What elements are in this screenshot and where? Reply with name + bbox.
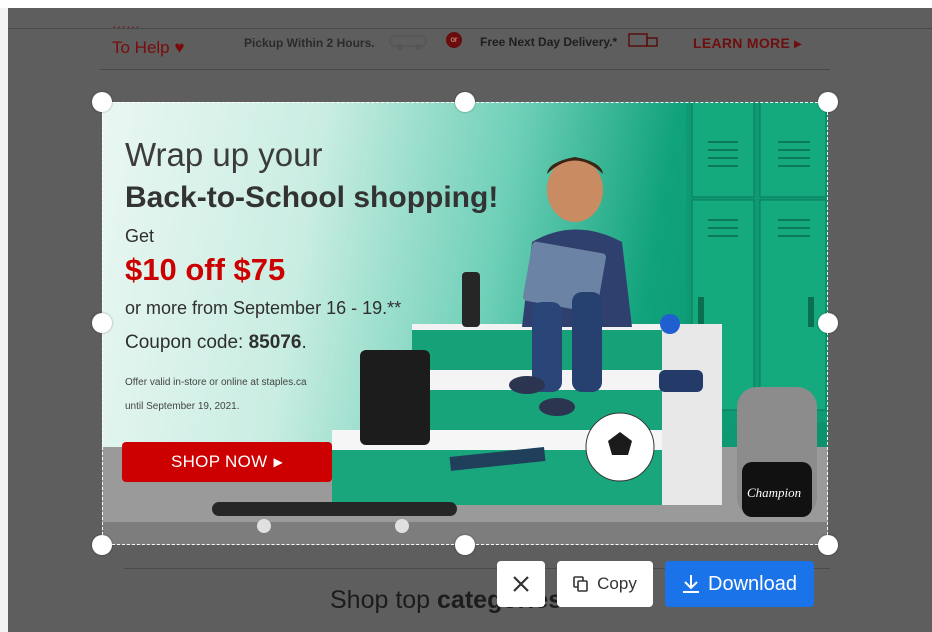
coupon-line: Coupon code: 85076. <box>125 332 307 354</box>
promo-strip: ······ To Help ♥ Pickup Within 2 Hours. … <box>100 8 830 70</box>
truck-icon <box>628 33 658 47</box>
top-bar <box>0 0 932 8</box>
resize-handle-bottom-left[interactable] <box>92 535 112 555</box>
copy-icon <box>573 576 588 592</box>
binder <box>360 350 430 445</box>
promo-delivery: Free Next Day Delivery.* <box>480 35 618 49</box>
shop-now-label: SHOP NOW <box>170 452 268 471</box>
chevron-right-icon: ▶ <box>273 455 284 469</box>
fine-print-1: Offer valid in-store or online at staple… <box>125 377 307 388</box>
get-label: Get <box>125 226 155 246</box>
resize-handle-top-right[interactable] <box>818 92 838 112</box>
skateboard <box>212 502 457 516</box>
backpack-brand: Champion <box>747 485 801 500</box>
resize-handle-right[interactable] <box>818 313 838 333</box>
promo-pickup: Pickup Within 2 Hours. <box>244 36 375 50</box>
promo-help: To Help ♥ <box>112 38 184 58</box>
resize-handle-top-left[interactable] <box>92 92 112 112</box>
promo-help-label: To Help <box>112 38 170 57</box>
resize-handle-top[interactable] <box>455 92 475 112</box>
promo-divider <box>100 69 830 70</box>
copy-button[interactable]: Copy <box>557 561 653 607</box>
heart-icon: ♥ <box>174 38 185 57</box>
resize-handle-bottom-right[interactable] <box>818 535 838 555</box>
close-icon <box>513 576 529 592</box>
left-edge <box>0 0 8 632</box>
close-button[interactable] <box>497 561 545 607</box>
shop-now-button[interactable]: SHOP NOW ▶ <box>122 442 332 482</box>
download-button[interactable]: Download <box>665 561 814 607</box>
banner-headline-line1: Wrap up your <box>125 136 323 173</box>
learn-more-link[interactable]: LEARN MORE ▸ <box>693 35 802 52</box>
date-range: or more from September 16 - 19.** <box>125 298 402 318</box>
banner-headline-line2: Back-to-School shopping! <box>125 181 499 214</box>
car-icon <box>389 35 427 50</box>
copy-label: Copy <box>597 574 637 593</box>
resize-handle-left[interactable] <box>92 313 112 333</box>
download-label: Download <box>708 572 797 595</box>
resize-handle-bottom[interactable] <box>455 535 475 555</box>
tumbler <box>462 272 480 327</box>
fine-print-2: until September 19, 2021. <box>125 401 240 412</box>
section-title-regular: Shop top <box>330 586 438 614</box>
promo-help-faint: ······ <box>112 18 140 34</box>
coupon-code: 85076 <box>248 332 302 353</box>
coupon-label: Coupon code: <box>125 332 249 353</box>
coupon-suffix: . <box>301 332 307 353</box>
headphones <box>660 314 680 334</box>
download-icon <box>683 575 700 593</box>
screenshot-selection[interactable]: Champion Wrap up your Back-to-School sho… <box>102 102 828 545</box>
offer-text: $10 off $75 <box>125 252 286 287</box>
pencil-case <box>659 370 703 392</box>
or-badge: or <box>446 32 462 48</box>
